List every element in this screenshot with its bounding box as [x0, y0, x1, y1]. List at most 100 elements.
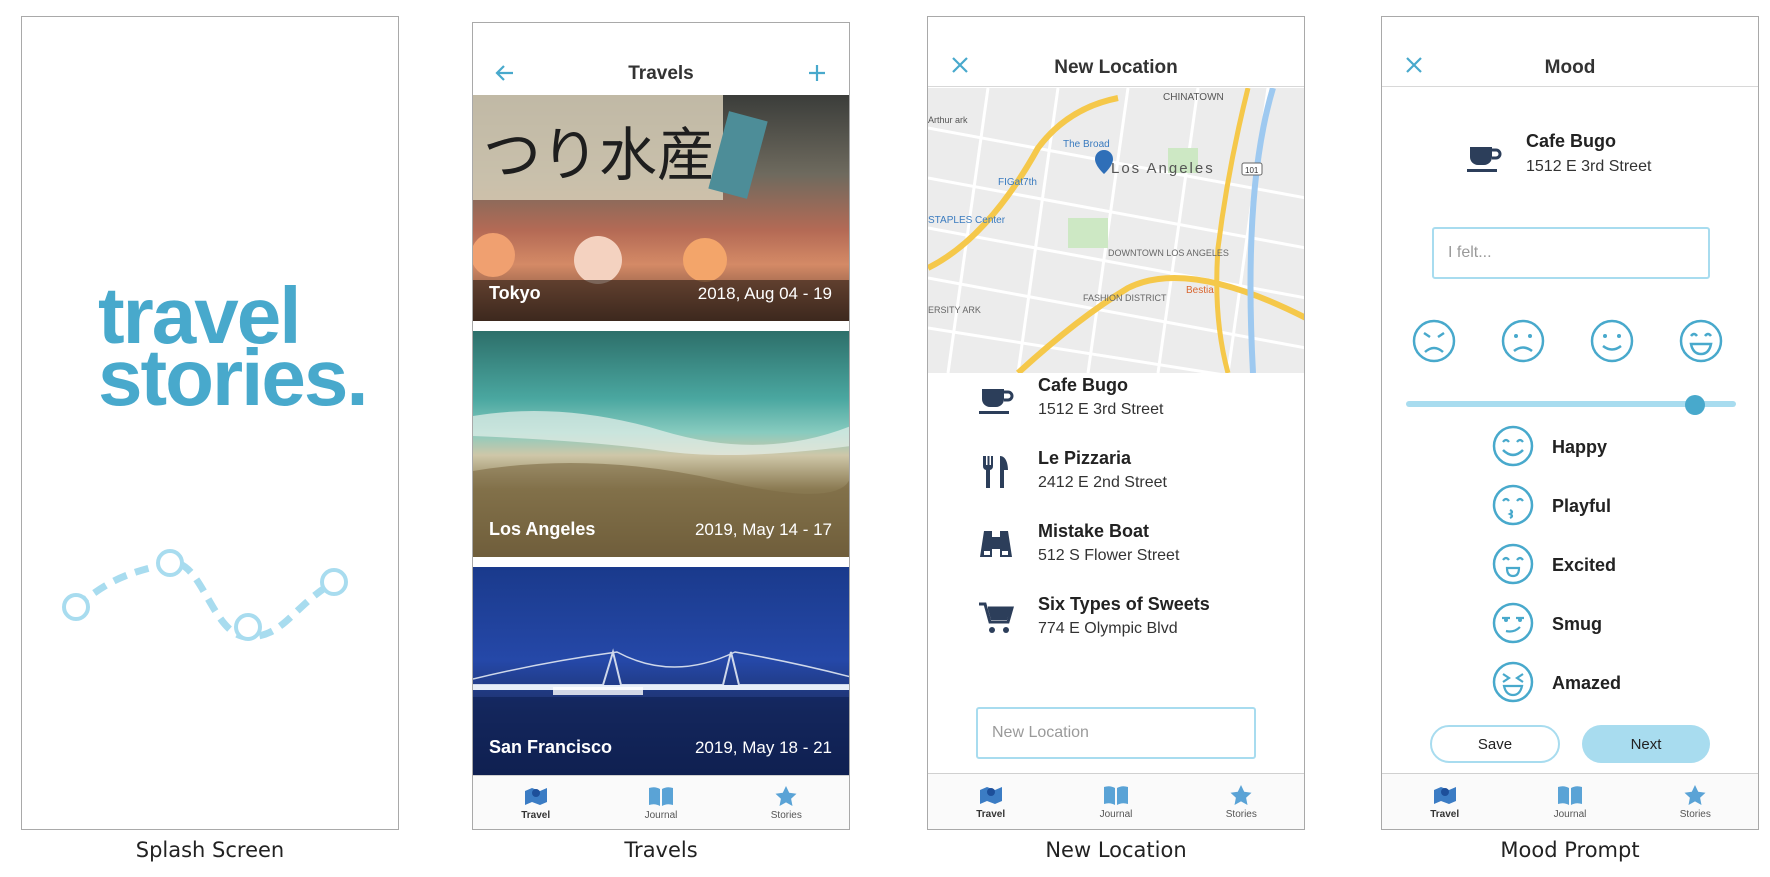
trip-name: Tokyo: [489, 283, 541, 303]
fork-knife-icon: [982, 456, 1008, 488]
smug-face-icon: [1492, 602, 1534, 644]
tab-label: Stories: [770, 809, 802, 821]
plus-icon[interactable]: [803, 59, 831, 87]
book-icon: [648, 786, 673, 806]
tab-bar: Travel Journal Stories: [1382, 773, 1758, 829]
book-icon: [1103, 785, 1128, 805]
next-button[interactable]: Next: [1582, 725, 1710, 763]
mood-option-happy[interactable]: Happy: [1492, 425, 1712, 471]
page-title: New Location: [1054, 57, 1178, 78]
grin-face-icon[interactable]: [1679, 319, 1723, 363]
sad-face-icon[interactable]: [1501, 319, 1545, 363]
caption-mood-prompt: Mood Prompt: [1500, 838, 1640, 862]
map-label-city: Los Angeles: [1111, 160, 1215, 177]
tab-stories[interactable]: Stories: [1633, 774, 1758, 829]
save-button[interactable]: Save: [1430, 725, 1560, 763]
map-icon: [524, 787, 547, 805]
very-sad-face-icon[interactable]: [1412, 319, 1456, 363]
new-location-input[interactable]: New Location: [976, 707, 1256, 759]
slider-thumb[interactable]: [1685, 395, 1705, 415]
mood-option-excited[interactable]: Excited: [1492, 543, 1712, 589]
trip-card-los-angeles[interactable]: Los Angeles 2019, May 14 - 17: [473, 331, 849, 557]
tab-journal[interactable]: Journal: [1053, 774, 1178, 829]
mood-label: Playful: [1552, 496, 1612, 516]
trip-date: 2019, May 18 - 21: [694, 738, 832, 757]
route-path-illustration: [62, 549, 348, 641]
new-location-header: New Location: [928, 17, 1304, 87]
new-location-screen: New Location CHINATOWN Arthur ark The Br…: [927, 16, 1305, 830]
splash-screen: travel stories.: [21, 16, 399, 830]
place-address: 1512 E 3rd Street: [1038, 401, 1164, 418]
tab-journal[interactable]: Journal: [598, 776, 723, 829]
map-label-broad: The Broad: [1063, 139, 1110, 150]
mood-label: Excited: [1552, 555, 1617, 575]
location-map[interactable]: CHINATOWN Arthur ark The Broad FIGat7th …: [928, 88, 1305, 373]
tab-travel[interactable]: Travel: [1382, 774, 1507, 829]
place-item-le-pizzaria[interactable]: Le Pizzaria 2412 E 2nd Street: [978, 448, 1278, 508]
excited-face-icon: [1492, 543, 1534, 585]
place-item-six-types-of-sweets[interactable]: Six Types of Sweets 774 E Olympic Blvd: [978, 594, 1278, 654]
star-icon: [775, 785, 797, 806]
felt-input[interactable]: I felt...: [1432, 227, 1710, 279]
mood-label: Smug: [1552, 614, 1603, 634]
place-item-cafe-bugo[interactable]: Cafe Bugo 1512 E 3rd Street: [978, 375, 1278, 435]
binoculars-icon: [980, 531, 1012, 557]
tab-label: Journal: [1553, 808, 1587, 820]
map-icon: [1433, 786, 1456, 804]
tab-bar: Travel Journal Stories: [928, 773, 1304, 829]
tab-label: Journal: [1099, 808, 1133, 820]
travels-header: Travels: [473, 23, 849, 95]
coffee-cup-icon: [1467, 147, 1502, 172]
book-icon: [1557, 785, 1582, 805]
place-name: Le Pizzaria: [1038, 448, 1132, 468]
place-address: 2412 E 2nd Street: [1038, 474, 1167, 491]
trip-name: Los Angeles: [489, 519, 596, 539]
map-label-downtown: DOWNTOWN LOS ANGELES: [1108, 248, 1229, 258]
place-address: 1512 E 3rd Street: [1526, 158, 1652, 175]
tab-stories[interactable]: Stories: [1179, 774, 1304, 829]
tab-journal[interactable]: Journal: [1507, 774, 1632, 829]
trip-card-san-francisco[interactable]: San Francisco 2019, May 18 - 21: [473, 567, 849, 775]
tab-label: Stories: [1679, 808, 1711, 820]
map-label-figat: FIGat7th: [998, 177, 1037, 188]
happy-face-icon: [1492, 425, 1534, 467]
caption-new-location: New Location: [1045, 838, 1187, 862]
tab-label: Stories: [1225, 808, 1257, 820]
tab-stories[interactable]: Stories: [724, 776, 849, 829]
page-title: Mood: [1544, 57, 1596, 78]
mood-option-amazed[interactable]: Amazed: [1492, 661, 1712, 707]
place-name: Cafe Bugo: [1526, 131, 1616, 151]
place-address: 512 S Flower Street: [1038, 547, 1180, 564]
tab-label: Journal: [644, 809, 678, 821]
tab-label: Travel: [521, 809, 551, 821]
smile-face-icon[interactable]: [1590, 319, 1634, 363]
trip-date: 2019, May 14 - 17: [694, 520, 832, 539]
mood-slider[interactable]: [1406, 395, 1736, 415]
mood-label: Amazed: [1552, 673, 1622, 693]
place-name: Cafe Bugo: [1038, 375, 1128, 395]
star-icon: [1684, 784, 1706, 805]
mood-header: Mood: [1382, 17, 1758, 87]
map-label-chinatown: CHINATOWN: [1163, 92, 1224, 103]
trip-card-tokyo[interactable]: つり水産 Tokyo 2018, Aug 04 - 19: [473, 95, 849, 321]
map-label-ersity: ERSITY ARK: [928, 305, 981, 315]
place-address: 774 E Olympic Blvd: [1038, 620, 1178, 637]
caption-travels: Travels: [624, 838, 698, 862]
place-name: Mistake Boat: [1038, 521, 1150, 541]
place-item-mistake-boat[interactable]: Mistake Boat 512 S Flower Street: [978, 521, 1278, 581]
amazed-face-icon: [1492, 661, 1534, 703]
mood-option-smug[interactable]: Smug: [1492, 602, 1712, 648]
map-label-bestia: Bestia: [1186, 285, 1214, 296]
star-icon: [1230, 784, 1252, 805]
coffee-cup-icon: [979, 389, 1014, 414]
page-title: Travels: [628, 63, 694, 84]
tab-bar: Travel Journal Stories: [473, 775, 849, 829]
tab-travel[interactable]: Travel: [928, 774, 1053, 829]
tab-label: Travel: [1430, 808, 1460, 820]
mood-option-playful[interactable]: Playful: [1492, 484, 1712, 530]
travels-screen: Travels つり水産 Tokyo 2018, Aug 04 - 19 Los…: [472, 22, 850, 830]
trip-date: 2018, Aug 04 - 19: [697, 284, 832, 303]
tab-travel[interactable]: Travel: [473, 776, 598, 829]
caption-splash: Splash Screen: [135, 838, 285, 862]
playful-face-icon: [1492, 484, 1534, 526]
